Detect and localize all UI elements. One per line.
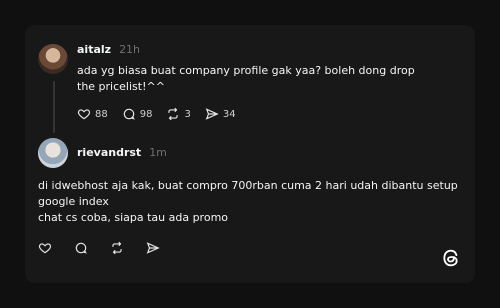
reply-repost-button[interactable] xyxy=(110,241,124,255)
repost-icon xyxy=(166,107,180,121)
like-button[interactable]: 88 xyxy=(77,107,108,121)
post-timestamp[interactable]: 21h xyxy=(119,43,140,56)
reply-timestamp[interactable]: 1m xyxy=(149,146,167,159)
repost-count: 3 xyxy=(184,108,191,120)
reply-header: rievandrst 1m xyxy=(77,146,167,159)
like-count: 88 xyxy=(95,108,108,120)
reply-comment-button[interactable] xyxy=(74,241,88,255)
comment-button[interactable]: 98 xyxy=(122,107,153,121)
post-text: ada yg biasa buat company profile gak ya… xyxy=(77,64,415,93)
send-icon xyxy=(205,107,219,121)
heart-icon xyxy=(77,107,91,121)
reply-share-button[interactable] xyxy=(146,241,160,255)
heart-icon xyxy=(38,241,52,255)
share-count: 34 xyxy=(222,108,236,120)
thread-card: aitalz 21h ada yg biasa buat company pro… xyxy=(25,25,475,283)
reply-actions xyxy=(38,241,160,255)
threads-logo-icon[interactable] xyxy=(441,248,461,268)
comment-icon xyxy=(74,241,88,255)
repost-icon xyxy=(110,241,124,255)
send-icon xyxy=(146,241,160,255)
share-button[interactable]: 34 xyxy=(205,107,236,121)
reply-like-button[interactable] xyxy=(38,241,52,255)
reply-text: di idwebhost aja kak, buat compro 700rba… xyxy=(38,179,458,224)
reply-username[interactable]: rievandrst xyxy=(77,146,141,159)
reply-avatar[interactable] xyxy=(38,138,68,168)
repost-button[interactable]: 3 xyxy=(166,107,191,121)
thread-connector-line xyxy=(53,81,55,133)
post-actions: 88 98 3 34 xyxy=(77,107,236,121)
comment-count: 98 xyxy=(139,108,153,120)
avatar[interactable] xyxy=(38,44,68,74)
post-header: aitalz 21h xyxy=(77,43,140,56)
comment-icon xyxy=(122,107,136,121)
post-username[interactable]: aitalz xyxy=(77,43,111,56)
